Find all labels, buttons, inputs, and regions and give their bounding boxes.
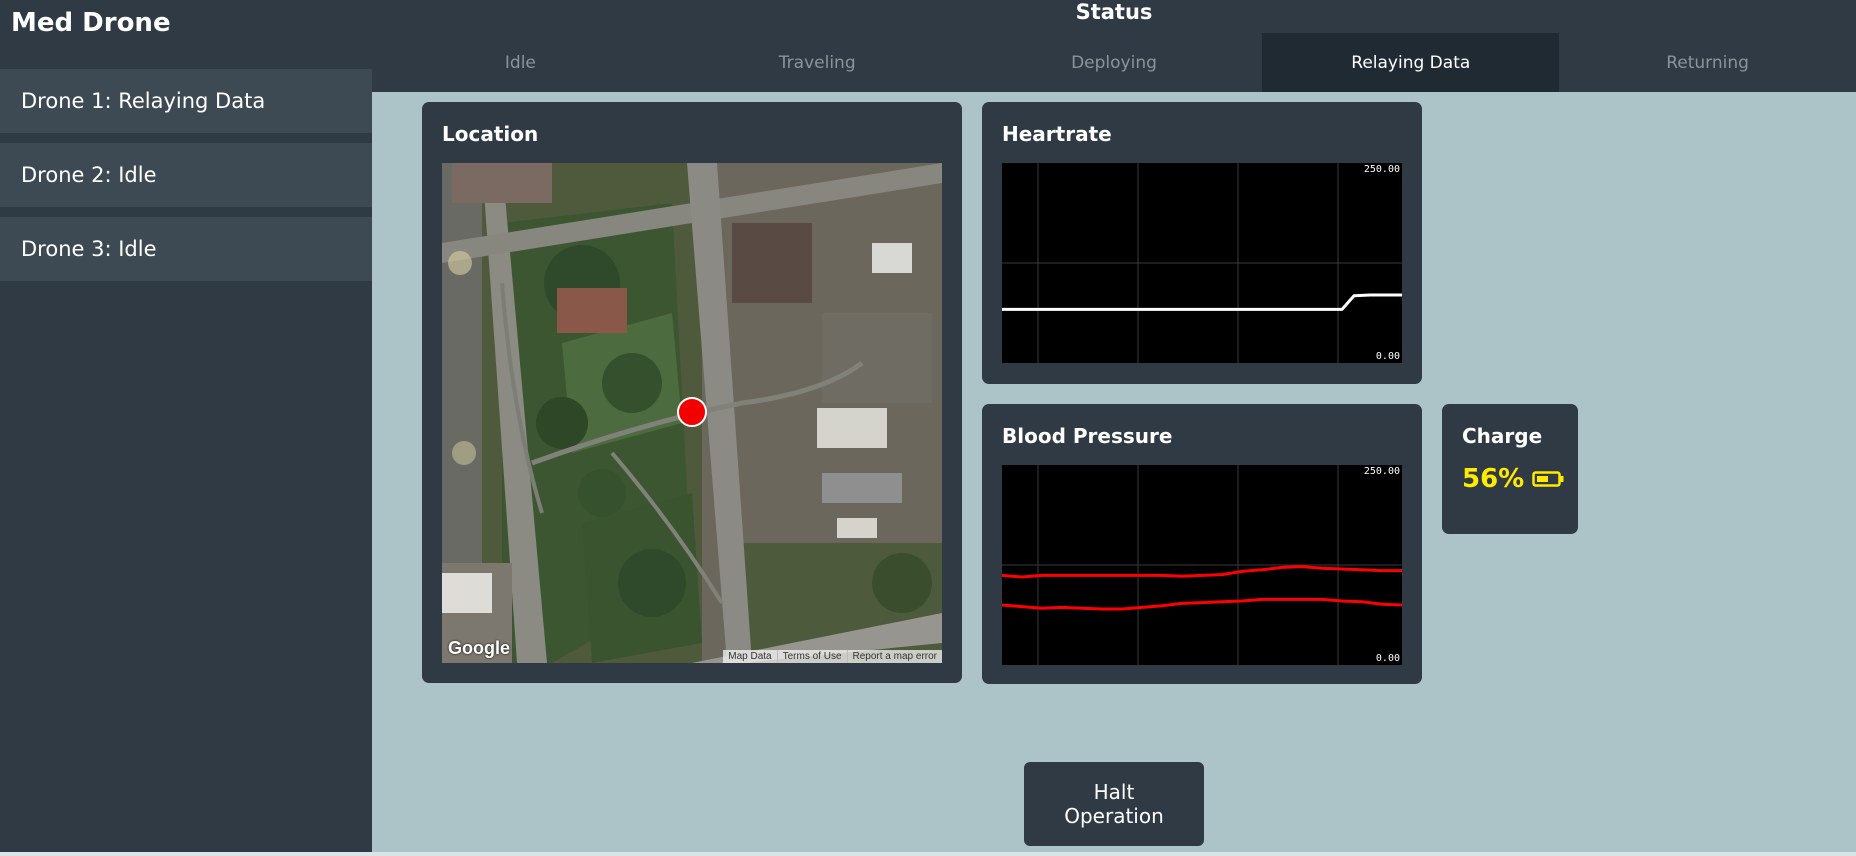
tab-deploying[interactable]: Deploying	[966, 33, 1263, 92]
location-title: Location	[442, 122, 539, 146]
tab-returning[interactable]: Returning	[1559, 33, 1856, 92]
heartrate-axis-max: 250.00	[1363, 164, 1400, 175]
blood-pressure-title: Blood Pressure	[1002, 424, 1173, 448]
heartrate-chart	[1002, 163, 1402, 363]
map-data-link[interactable]: Map Data	[723, 650, 776, 663]
status-header: Status Idle Traveling Deploying Relaying…	[372, 0, 1856, 92]
sidebar-item-drone-3[interactable]: Drone 3: Idle	[0, 217, 372, 281]
drone-location-marker[interactable]	[677, 397, 707, 427]
blood-pressure-series-line-1	[1002, 565, 1402, 579]
heartrate-axis-min: 0.00	[1375, 351, 1400, 362]
tab-traveling[interactable]: Traveling	[669, 33, 966, 92]
blood-pressure-card: Blood Pressure 250.00 0.00	[982, 404, 1422, 684]
sidebar: Med Drone Drone 1: Relaying Data Drone 2…	[0, 0, 372, 852]
terms-of-use-link[interactable]: Terms of Use	[776, 650, 847, 663]
charge-card: Charge 56%	[1442, 404, 1578, 534]
tab-relaying-data[interactable]: Relaying Data	[1262, 33, 1560, 92]
heartrate-plot: 250.00 0.00	[1002, 163, 1402, 363]
sidebar-item-drone-1[interactable]: Drone 1: Relaying Data	[0, 69, 372, 133]
location-card: Location Google Map Data Terms of Use Re…	[422, 102, 962, 683]
google-logo: Google	[448, 638, 510, 658]
tab-idle[interactable]: Idle	[372, 33, 669, 92]
heartrate-title: Heartrate	[1002, 122, 1112, 146]
battery-half-icon	[1532, 471, 1564, 487]
main-panel: Location Google Map Data Terms of Use Re…	[372, 92, 1856, 852]
charge-value: 56%	[1462, 464, 1525, 494]
bottom-strip	[0, 852, 1856, 856]
satellite-map[interactable]: Google Map Data Terms of Use Report a ma…	[442, 163, 942, 663]
sidebar-item-label: Drone 2: Idle	[21, 163, 157, 187]
blood-pressure-axis-min: 0.00	[1375, 653, 1400, 664]
map-attribution: Map Data Terms of Use Report a map error	[723, 650, 942, 663]
status-title: Status	[1075, 0, 1153, 24]
halt-operation-button[interactable]: Halt Operation	[1024, 762, 1204, 846]
blood-pressure-series-line-2	[1002, 597, 1402, 611]
sidebar-item-label: Drone 1: Relaying Data	[21, 89, 266, 113]
sidebar-item-label: Drone 3: Idle	[21, 237, 157, 261]
blood-pressure-plot: 250.00 0.00	[1002, 465, 1402, 665]
blood-pressure-chart	[1002, 465, 1402, 665]
heartrate-series-line-1	[1002, 293, 1402, 311]
charge-title: Charge	[1462, 424, 1543, 448]
blood-pressure-axis-max: 250.00	[1363, 466, 1400, 477]
heartrate-card: Heartrate 250.00 0.00	[982, 102, 1422, 384]
status-tabs: Idle Traveling Deploying Relaying Data R…	[372, 33, 1856, 92]
sidebar-item-drone-2[interactable]: Drone 2: Idle	[0, 143, 372, 207]
charge-row: 56%	[1462, 464, 1564, 494]
halt-operation-label: Halt Operation	[1064, 780, 1164, 828]
app-title: Med Drone	[11, 8, 171, 38]
report-map-error-link[interactable]: Report a map error	[846, 650, 942, 663]
